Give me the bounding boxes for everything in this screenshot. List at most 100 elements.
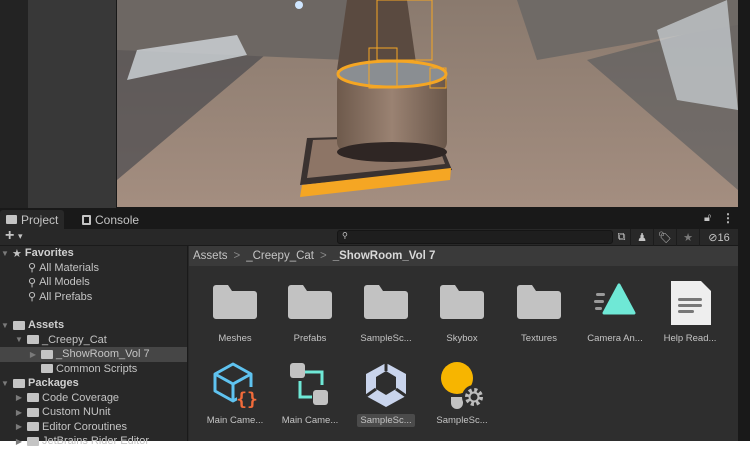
lighting-settings-icon	[438, 361, 486, 409]
folder-icon	[41, 349, 53, 359]
tree-packages[interactable]: ▼ Packages	[0, 376, 187, 391]
tree-label: _Creepy_Cat	[42, 333, 107, 346]
tree-label: All Materials	[39, 261, 99, 274]
graph-icon	[286, 361, 334, 409]
tree-showroom-vol7[interactable]: ▶ _ShowRoom_Vol 7	[0, 347, 187, 362]
tree-code-coverage[interactable]: ▶ Code Coverage	[0, 391, 187, 406]
search-icon: ⚲	[28, 291, 37, 304]
tree-creepy-cat[interactable]: ▼ _Creepy_Cat	[0, 333, 187, 348]
breadcrumb-creepy-cat[interactable]: _Creepy_Cat	[246, 250, 314, 262]
filter-by-type-icon[interactable]: ♟	[630, 229, 653, 246]
folder-icon	[27, 422, 39, 432]
tree-custom-nunit[interactable]: ▶ Custom NUnit	[0, 405, 187, 420]
asset-help-readme[interactable]: Help Read...	[652, 279, 728, 345]
asset-sample-scene[interactable]: SampleSc...	[348, 361, 424, 427]
tree-common-scripts[interactable]: Common Scripts	[0, 362, 187, 377]
tree-label: Common Scripts	[56, 362, 138, 375]
asset-label: Main Came...	[206, 415, 264, 426]
expand-arrow-icon[interactable]: ▶	[14, 437, 24, 446]
asset-folder-meshes[interactable]: Meshes	[197, 279, 273, 345]
asset-sample-lighting[interactable]: SampleSc...	[424, 361, 500, 427]
tree-item-all-prefabs[interactable]: ⚲ All Prefabs	[0, 290, 187, 305]
expand-arrow-icon[interactable]: ▶	[14, 393, 24, 402]
breadcrumb-separator: >	[233, 250, 241, 262]
asset-label: Meshes	[218, 333, 252, 344]
tab-label: Console	[95, 212, 140, 227]
folder-open-icon	[13, 378, 25, 388]
breadcrumb-separator: >	[320, 250, 327, 262]
asset-label: SampleSc...	[360, 333, 412, 344]
filter-by-label-icon[interactable]: 🏷︎	[653, 229, 676, 246]
tree-label: Favorites	[24, 247, 74, 260]
asset-folder-samplescenes[interactable]: SampleSc...	[348, 279, 424, 345]
asset-folder-textures[interactable]: Textures	[501, 279, 577, 345]
scene-viewport[interactable]	[117, 0, 738, 207]
expand-arrow-icon[interactable]: ▶	[14, 422, 24, 431]
expand-arrow-icon[interactable]: ▼	[14, 335, 24, 344]
more-menu-icon[interactable]: ⋮	[722, 211, 734, 225]
asset-main-camera-graph[interactable]: Main Came...	[272, 361, 348, 427]
tree-jetbrains-rider[interactable]: ▶ JetBrains Rider Editor	[0, 434, 187, 449]
tab-label: Project	[21, 212, 59, 227]
asset-folder-prefabs[interactable]: Prefabs	[272, 279, 348, 345]
expand-arrow-icon[interactable]: ▼	[0, 321, 10, 330]
eye-slash-icon: ⊘	[708, 232, 718, 244]
folder-icon	[6, 215, 17, 224]
hidden-count: 16	[717, 231, 730, 244]
folder-icon	[362, 279, 410, 327]
expand-arrow-icon[interactable]: ▼	[0, 249, 10, 258]
asset-label: Skybox	[446, 333, 478, 344]
asset-label: Prefabs	[293, 333, 327, 344]
asset-label: Main Came...	[281, 415, 339, 426]
folder-icon	[438, 279, 486, 327]
console-icon	[82, 214, 91, 225]
asset-label: Help Read...	[663, 333, 717, 344]
folder-open-icon	[13, 320, 25, 330]
breadcrumb-showroom[interactable]: _ShowRoom_Vol 7	[333, 250, 436, 262]
folder-icon	[211, 279, 259, 327]
tree-item-all-models[interactable]: ⚲ All Models	[0, 275, 187, 290]
asset-label: Camera An...	[587, 333, 643, 344]
breadcrumb: Assets > _Creepy_Cat > _ShowRoom_Vol 7	[189, 246, 738, 266]
text-document-icon	[666, 279, 714, 327]
asset-main-camera-script[interactable]: {} Main Came...	[197, 361, 273, 427]
search-icon: ⚲	[28, 276, 37, 289]
folder-open-icon	[27, 335, 39, 345]
search-icon: ⚲	[342, 231, 348, 240]
breadcrumb-assets[interactable]: Assets	[193, 250, 228, 262]
tree-editor-coroutines[interactable]: ▶ Editor Coroutines	[0, 420, 187, 435]
add-dropdown-caret[interactable]: ▾	[18, 231, 23, 242]
tree-favorites[interactable]: ▼ ★ Favorites	[0, 246, 187, 261]
tab-bar: Project Console 🔓︎ ⋮	[0, 208, 738, 229]
asset-grid: Meshes Prefabs SampleSc... Skybox Textur…	[189, 266, 738, 441]
folder-icon	[27, 436, 39, 446]
favorites-star-icon[interactable]: ★	[676, 229, 699, 246]
right-edge	[738, 0, 750, 441]
tree-label: All Prefabs	[39, 290, 93, 303]
expand-arrow-icon[interactable]: ▶	[28, 350, 38, 359]
star-icon: ★	[12, 247, 22, 260]
tree-label: Custom NUnit	[42, 406, 111, 419]
tree-item-all-materials[interactable]: ⚲ All Materials	[0, 261, 187, 276]
asset-camera-animation[interactable]: Camera An...	[577, 279, 653, 345]
tree-label: Code Coverage	[42, 391, 120, 404]
asset-label: SampleSc...	[357, 414, 415, 427]
expand-arrow-icon[interactable]: ▶	[14, 408, 24, 417]
animation-clip-icon	[591, 279, 639, 327]
asset-label: Textures	[521, 333, 557, 344]
left-dock-panel	[28, 0, 116, 208]
tab-console[interactable]: Console	[76, 210, 145, 229]
search-input[interactable]: ⚲	[337, 230, 613, 244]
hidden-packages-toggle[interactable]: ⊘ 16	[699, 229, 738, 246]
asset-folder-skybox[interactable]: Skybox	[424, 279, 500, 345]
unity-scene-icon	[362, 361, 410, 409]
tree-label: JetBrains Rider Editor	[42, 435, 149, 448]
add-button[interactable]: +	[5, 227, 14, 245]
lock-icon[interactable]: 🔓︎	[704, 212, 711, 225]
folder-tree: ▼ ★ Favorites ⚲ All Materials ⚲ All Models ⚲…	[0, 246, 188, 447]
expand-arrow-icon[interactable]: ▼	[0, 379, 10, 388]
asset-label: SampleSc...	[436, 415, 488, 426]
search-window-icon[interactable]: ⧉	[613, 229, 630, 246]
tree-assets[interactable]: ▼ Assets	[0, 318, 187, 333]
tree-label: Packages	[28, 377, 79, 390]
